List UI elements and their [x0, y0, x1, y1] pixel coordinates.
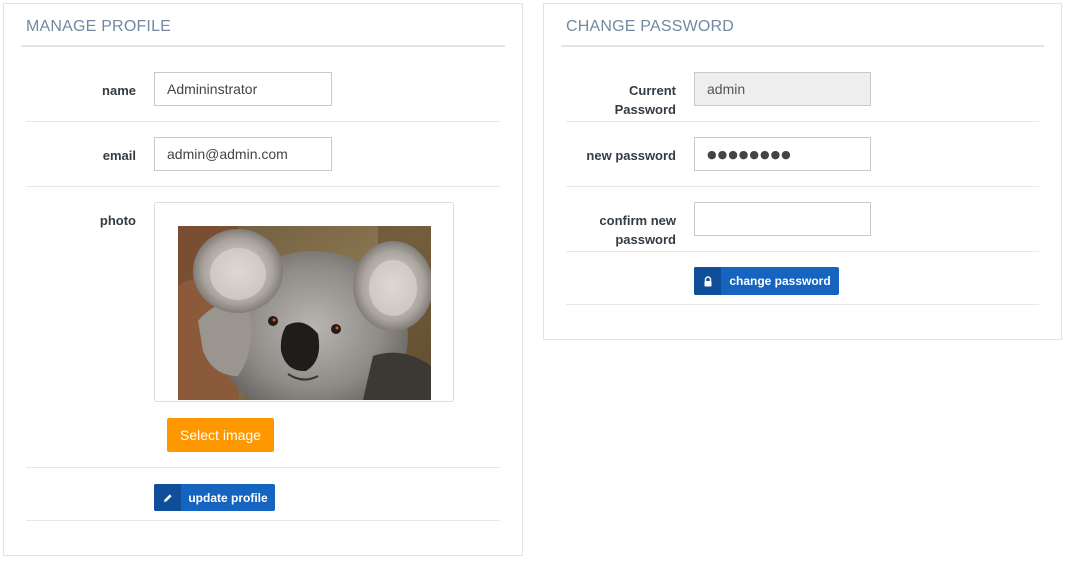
update-profile-button[interactable]: update profile — [154, 484, 275, 511]
koala-photo — [178, 226, 431, 400]
panel-header: MANAGE PROFILE — [21, 4, 505, 47]
manage-profile-panel: MANAGE PROFILE name email photo — [3, 3, 523, 556]
confirm-password-row: confirm new password — [566, 187, 1039, 252]
current-password-label-line2: Password — [614, 102, 676, 117]
update-row: update profile — [26, 468, 500, 521]
name-field[interactable] — [154, 72, 332, 106]
email-field[interactable] — [154, 137, 332, 171]
lock-icon — [694, 267, 721, 295]
panel-title: CHANGE PASSWORD — [566, 18, 735, 35]
new-password-label: new password — [586, 148, 676, 163]
change-password-row: change password — [566, 252, 1039, 305]
email-row: email — [26, 122, 500, 187]
update-profile-label: update profile — [188, 490, 268, 505]
current-password-row: Current Password — [566, 56, 1039, 122]
panel-header: CHANGE PASSWORD — [561, 4, 1044, 47]
current-password-field[interactable] — [694, 72, 871, 106]
photo-row: photo Select image — [26, 187, 500, 468]
change-password-label: change password — [729, 274, 831, 288]
change-password-panel: CHANGE PASSWORD Current Password new pas… — [543, 3, 1062, 340]
confirm-password-label: confirm new password — [566, 211, 676, 249]
confirm-password-label-line1: confirm new — [599, 213, 676, 228]
change-password-button[interactable]: change password — [694, 267, 839, 295]
name-row: name — [26, 56, 500, 122]
email-label: email — [102, 148, 136, 163]
confirm-password-field[interactable] — [694, 202, 871, 236]
new-password-row: new password — [566, 122, 1039, 187]
select-image-button[interactable]: Select image — [167, 418, 274, 452]
current-password-label: Current Password — [566, 81, 676, 119]
photo-label: photo — [99, 213, 136, 228]
panel-title: MANAGE PROFILE — [26, 18, 172, 35]
pencil-icon — [154, 484, 181, 511]
confirm-password-label-line2: password — [615, 232, 676, 247]
new-password-field[interactable] — [694, 137, 871, 171]
photo-preview — [154, 202, 454, 402]
name-label: name — [102, 83, 136, 98]
current-password-label-line1: Current — [629, 83, 676, 98]
